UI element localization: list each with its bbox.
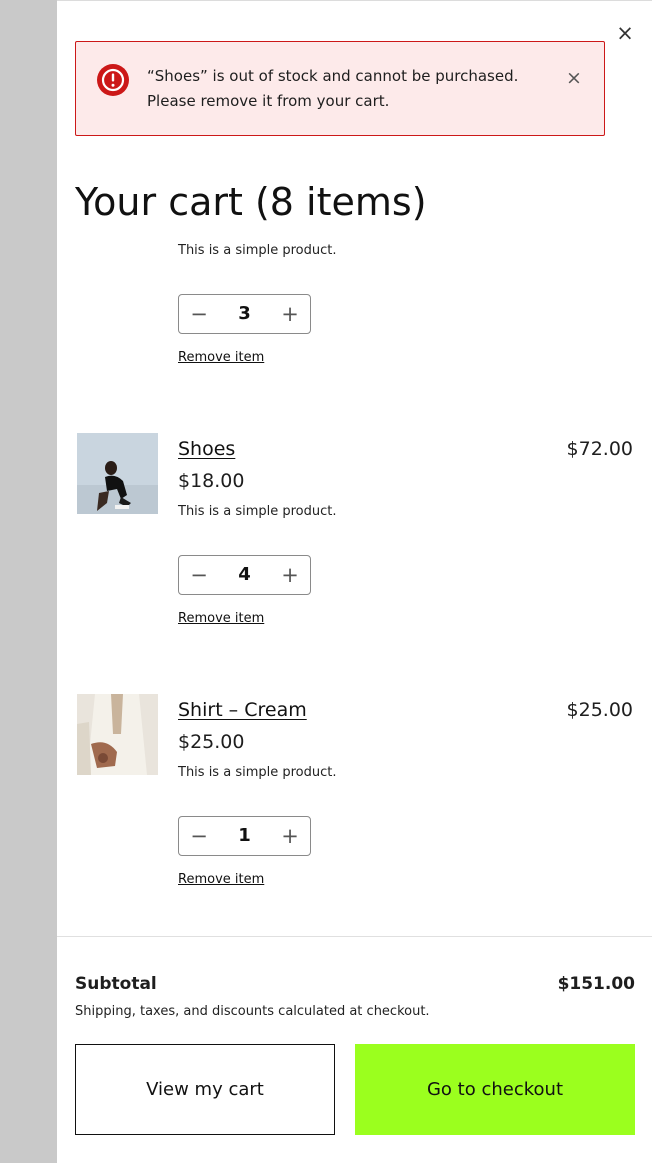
quantity-value[interactable]: 4 <box>223 556 266 594</box>
subtotal-value: $151.00 <box>557 974 635 994</box>
notice-message-line1: “Shoes” is out of stock and cannot be pu… <box>147 67 519 85</box>
cart-item: This is a simple product. − 3 + Remove i… <box>77 181 637 381</box>
item-description: This is a simple product. <box>178 504 337 519</box>
error-icon <box>97 64 129 96</box>
item-description: This is a simple product. <box>178 243 337 258</box>
increase-quantity-button[interactable]: + <box>272 556 308 594</box>
quantity-value[interactable]: 1 <box>223 817 266 855</box>
checkout-note: Shipping, taxes, and discounts calculate… <box>75 1004 430 1019</box>
quantity-stepper[interactable]: − 1 + <box>178 816 311 856</box>
increase-quantity-button[interactable]: + <box>272 295 308 333</box>
remove-item-link[interactable]: Remove item <box>178 349 264 367</box>
subtotal-label: Subtotal <box>75 974 157 994</box>
item-line-total: $25.00 <box>566 699 633 721</box>
remove-item-link[interactable]: Remove item <box>178 610 264 628</box>
product-image-shoes[interactable] <box>77 433 158 514</box>
remove-item-link[interactable]: Remove item <box>178 871 264 889</box>
notice-close-icon[interactable]: × <box>564 68 584 88</box>
cart-item: Shoes $18.00 $72.00 This is a simple pro… <box>77 433 637 633</box>
notice-message: “Shoes” is out of stock and cannot be pu… <box>147 64 542 114</box>
mini-cart-drawer: × “Shoes” is out of stock and cannot be … <box>57 0 652 1163</box>
close-icon[interactable]: × <box>615 23 635 44</box>
item-name-link[interactable]: Shoes <box>178 437 235 461</box>
item-name-link[interactable]: Shirt – Cream <box>178 698 307 722</box>
decrease-quantity-button[interactable]: − <box>181 295 217 333</box>
item-unit-price: $18.00 <box>178 470 245 492</box>
item-description: This is a simple product. <box>178 765 337 780</box>
decrease-quantity-button[interactable]: − <box>181 556 217 594</box>
cart-footer: Subtotal $151.00 Shipping, taxes, and di… <box>57 936 652 1163</box>
view-cart-button[interactable]: View my cart <box>75 1044 335 1135</box>
product-image-shirt[interactable] <box>77 694 158 775</box>
quantity-value[interactable]: 3 <box>223 295 266 333</box>
quantity-stepper[interactable]: − 3 + <box>178 294 311 334</box>
quantity-stepper[interactable]: − 4 + <box>178 555 311 595</box>
item-unit-price: $25.00 <box>178 731 245 753</box>
item-line-total: $72.00 <box>566 438 633 460</box>
cart-item: Shirt – Cream $25.00 $25.00 This is a si… <box>77 694 637 894</box>
increase-quantity-button[interactable]: + <box>272 817 308 855</box>
page-overlay[interactable] <box>0 0 57 1163</box>
checkout-button[interactable]: Go to checkout <box>355 1044 635 1135</box>
out-of-stock-notice: “Shoes” is out of stock and cannot be pu… <box>75 41 605 136</box>
notice-message-line2: Please remove it from your cart. <box>147 92 390 110</box>
decrease-quantity-button[interactable]: − <box>181 817 217 855</box>
